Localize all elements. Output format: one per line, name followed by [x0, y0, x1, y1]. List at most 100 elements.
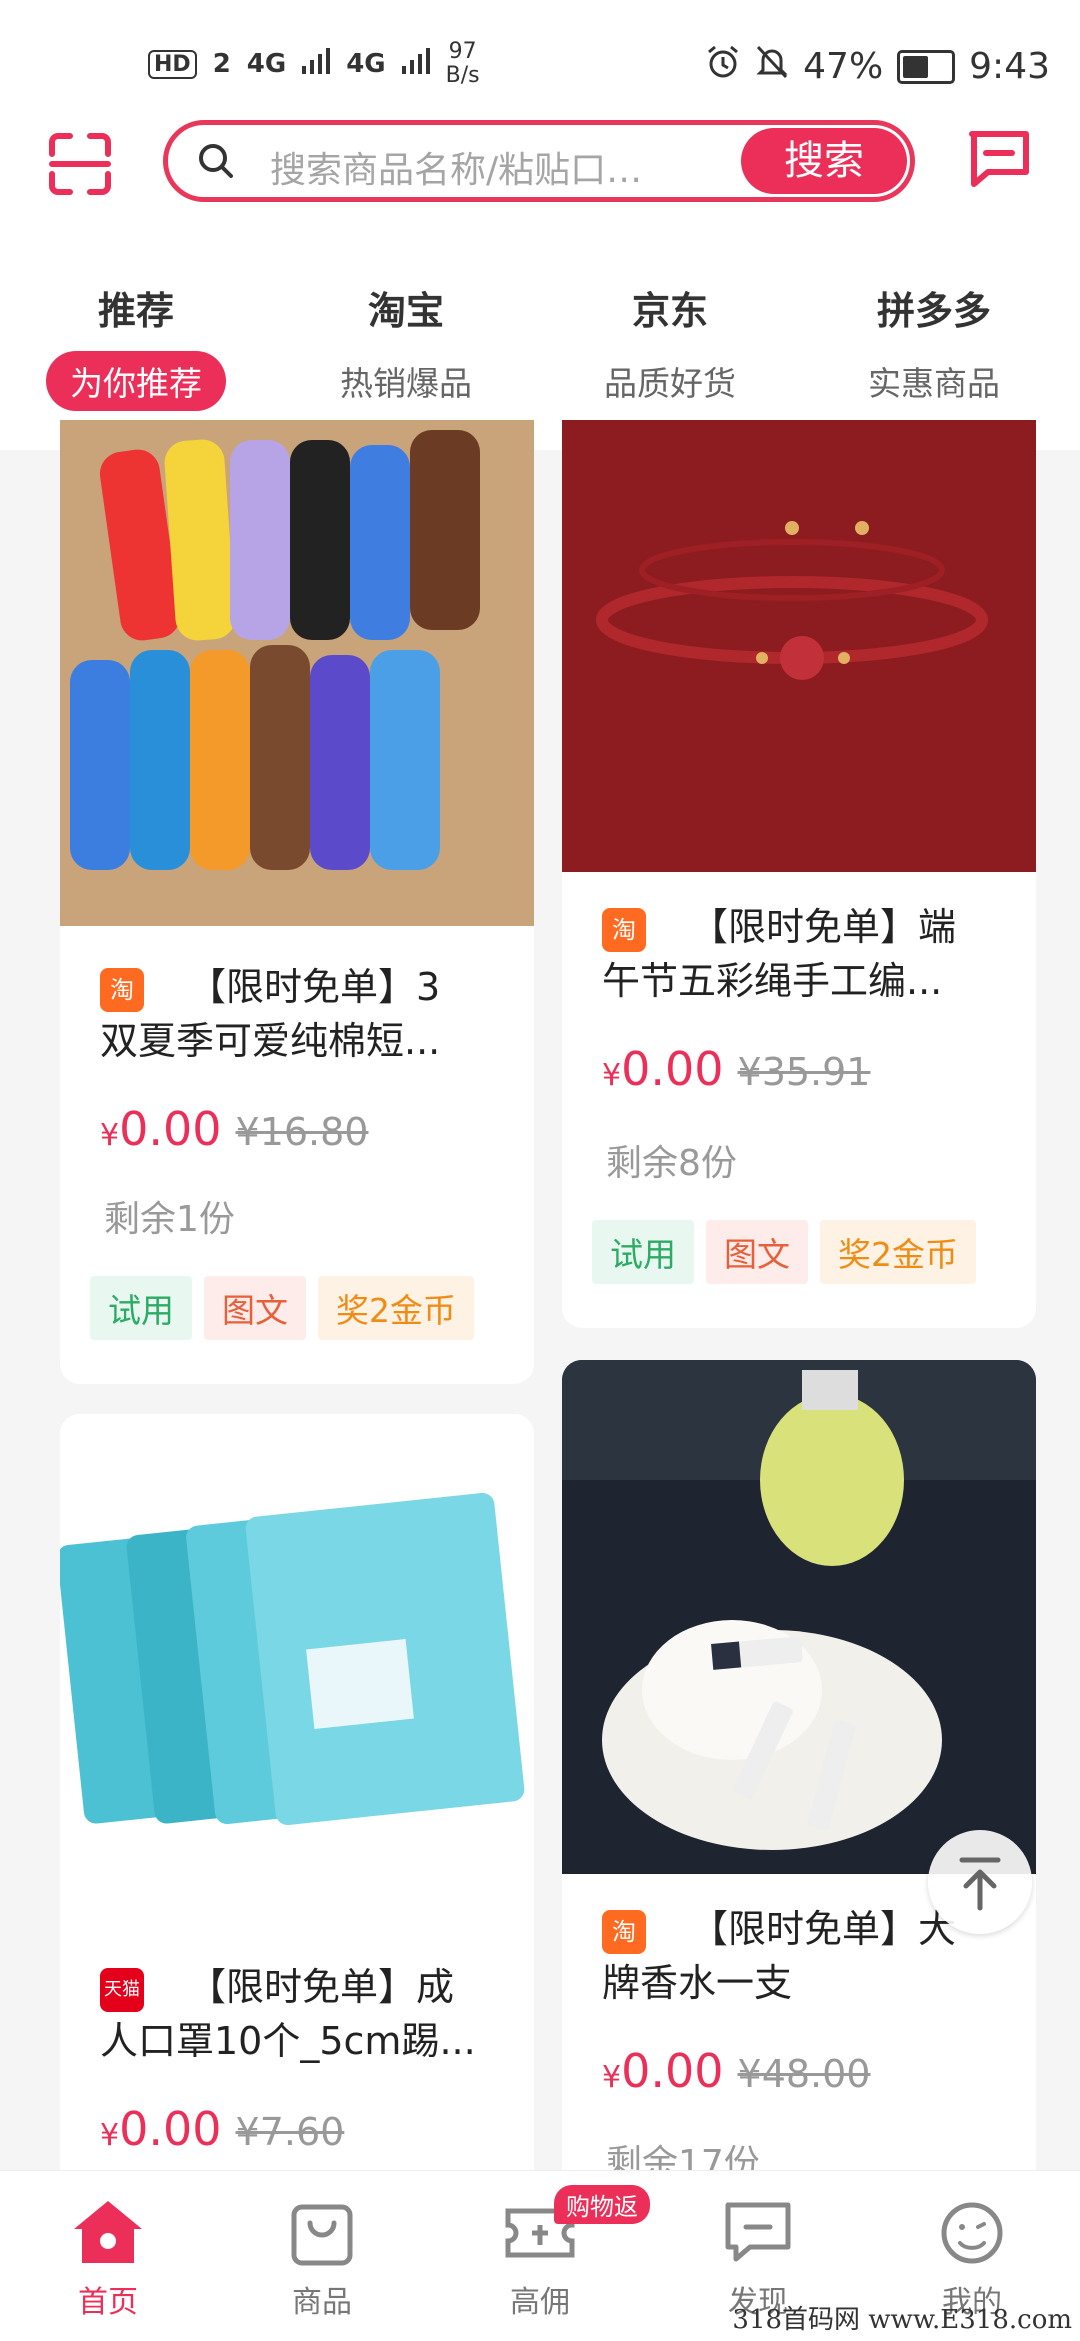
original-price: ¥48.00 — [737, 2052, 871, 2096]
search-bar[interactable]: 搜索商品名称/粘贴口令... 搜索 — [163, 120, 915, 202]
product-title-line2: 双夏季可爱纯棉短... — [100, 1019, 441, 1063]
status-bar: HD 2 4G 4G 97 B/s 47% 9:43 — [0, 0, 1080, 120]
tab-title: 淘宝 — [367, 289, 444, 333]
arrow-up-icon — [959, 1857, 1001, 1911]
product-card[interactable]: 淘【限时免单】端 午节五彩绳手工编... ¥0.00 ¥35.91 剩余8份 试用… — [562, 420, 1036, 1328]
product-price: ¥0.00 ¥16.80 — [100, 1102, 368, 1156]
original-price: ¥7.60 — [235, 2110, 345, 2154]
tag-coins: 奖2金币 — [820, 1220, 976, 1284]
net-speed-value: 97 — [448, 39, 477, 64]
original-price: ¥35.91 — [737, 1050, 871, 1094]
tag-graphic: 图文 — [204, 1276, 306, 1340]
product-card[interactable]: 淘【限时免单】3 双夏季可爱纯棉短... ¥0.00 ¥16.80 剩余1份 试用… — [60, 420, 534, 1384]
product-price: ¥0.00 ¥7.60 — [100, 2102, 344, 2156]
product-image[interactable] — [60, 420, 534, 926]
search-icon — [196, 141, 236, 181]
chat-bubble-icon — [725, 2202, 791, 2262]
search-button[interactable]: 搜索 — [741, 128, 907, 194]
tab-recommend[interactable]: 推荐 为你推荐 — [6, 280, 266, 411]
tag-graphic: 图文 — [706, 1220, 808, 1284]
tab-title: 推荐 — [97, 289, 174, 333]
status-left: HD 2 4G 4G 97 B/s — [148, 40, 480, 88]
tab-jd[interactable]: 京东 品质好货 — [540, 280, 800, 411]
nav-label: 商品 — [292, 2285, 352, 2320]
tmall-logo-icon: 天猫 — [100, 1967, 144, 2012]
product-title-line1: 【限时免单】3 — [188, 965, 441, 1009]
net-speed: 97 B/s — [446, 40, 480, 88]
hd-badge: HD — [148, 49, 197, 79]
price-value: 0.00 — [621, 1042, 724, 1096]
tab-pinduoduo[interactable]: 拼多多 实惠商品 — [804, 280, 1064, 411]
mute-icon — [755, 44, 789, 89]
message-icon[interactable] — [966, 128, 1032, 190]
tab-subtitle: 实惠商品 — [868, 364, 1000, 403]
product-title-line2: 午节五彩绳手工编... — [602, 959, 943, 1003]
currency-symbol: ¥ — [602, 1058, 622, 1093]
tag-list: 试用 图文 奖2金币 — [90, 1276, 474, 1340]
nav-goods[interactable]: 商品 — [252, 2197, 392, 2321]
remaining-stock: 剩余17份 — [606, 2143, 760, 2170]
product-title-line2: 牌香水一支 — [602, 1961, 793, 2005]
signal-1-label: 4G — [246, 49, 287, 79]
category-tabs: 推荐 为你推荐 淘宝 热销爆品 京东 品质好货 拼多多 实惠商品 — [0, 280, 1080, 411]
watermark: 318首码网 www.E318.com — [732, 2305, 1072, 2335]
status-right: 47% 9:43 — [705, 44, 1050, 89]
product-title-line1: 【限时免单】成 — [188, 1965, 455, 2009]
tab-title: 拼多多 — [876, 289, 991, 333]
product-card[interactable]: 天猫 【限时免单】成 人口罩10个_5cm踢... ¥0.00 ¥7.60 — [60, 1414, 534, 2170]
product-image[interactable] — [562, 1360, 1036, 1874]
tag-trial: 试用 — [592, 1220, 694, 1284]
nav-label: 首页 — [78, 2285, 138, 2320]
battery-icon — [897, 49, 956, 84]
home-icon — [74, 2201, 142, 2263]
nav-commission[interactable]: 购物返 高佣 — [470, 2185, 650, 2321]
tag-list: 试用 图文 奖2金币 — [592, 1220, 976, 1284]
net-speed-unit: B/s — [445, 63, 480, 88]
tab-subtitle: 品质好货 — [604, 364, 736, 403]
scan-icon[interactable] — [48, 132, 112, 196]
product-price: ¥0.00 ¥35.91 — [602, 1042, 870, 1096]
taobao-logo-icon: 淘 — [602, 1909, 646, 1954]
smiley-face-icon — [941, 2202, 1003, 2264]
tab-taobao[interactable]: 淘宝 热销爆品 — [276, 280, 536, 411]
signal-icon — [401, 47, 430, 81]
tag-coins: 奖2金币 — [318, 1276, 474, 1340]
product-card[interactable]: 淘【限时免单】大 牌香水一支 ¥0.00 ¥48.00 剩余17份 — [562, 1360, 1036, 2170]
remaining-stock: 剩余8份 — [606, 1143, 737, 1184]
back-to-top-button[interactable] — [928, 1830, 1032, 1934]
shopping-bag-icon — [291, 2204, 353, 2266]
price-value: 0.00 — [119, 1102, 222, 1156]
currency-symbol: ¥ — [100, 2118, 120, 2153]
currency-symbol: ¥ — [602, 2060, 622, 2095]
price-value: 0.00 — [119, 2102, 222, 2156]
product-title-line2: 人口罩10个_5cm踢... — [100, 2019, 476, 2063]
taobao-logo-icon: 淘 — [100, 967, 144, 1012]
product-price: ¥0.00 ¥48.00 — [602, 2044, 870, 2098]
taobao-logo-icon: 淘 — [602, 907, 646, 952]
product-title[interactable]: 天猫 【限时免单】成 人口罩10个_5cm踢... — [100, 1960, 500, 2068]
product-image[interactable] — [562, 420, 1036, 872]
tab-title: 京东 — [631, 289, 708, 333]
search-input[interactable]: 搜索商品名称/粘贴口令... — [270, 141, 670, 193]
nav-label: 高佣 — [510, 2285, 570, 2320]
promo-badge: 购物返 — [554, 2185, 650, 2224]
clock: 9:43 — [969, 46, 1050, 87]
tab-subtitle: 为你推荐 — [46, 351, 226, 411]
signal-icon — [302, 47, 331, 81]
tag-trial: 试用 — [90, 1276, 192, 1340]
original-price: ¥16.80 — [235, 1110, 369, 1154]
product-title-line1: 【限时免单】端 — [690, 905, 957, 949]
product-title[interactable]: 淘【限时免单】端 午节五彩绳手工编... — [602, 900, 1002, 1008]
sim-number: 2 — [212, 49, 231, 79]
product-image[interactable] — [60, 1414, 534, 1914]
price-value: 0.00 — [621, 2044, 724, 2098]
battery-percent: 47% — [803, 46, 884, 87]
product-title-line1: 【限时免单】大 — [690, 1907, 957, 1951]
product-title[interactable]: 淘【限时免单】3 双夏季可爱纯棉短... — [100, 960, 500, 1068]
alarm-icon — [705, 44, 741, 89]
nav-home[interactable]: 首页 — [38, 2197, 178, 2321]
currency-symbol: ¥ — [100, 1118, 120, 1153]
tab-subtitle: 热销爆品 — [340, 364, 472, 403]
signal-2-label: 4G — [346, 49, 386, 79]
remaining-stock: 剩余1份 — [104, 1199, 235, 1240]
